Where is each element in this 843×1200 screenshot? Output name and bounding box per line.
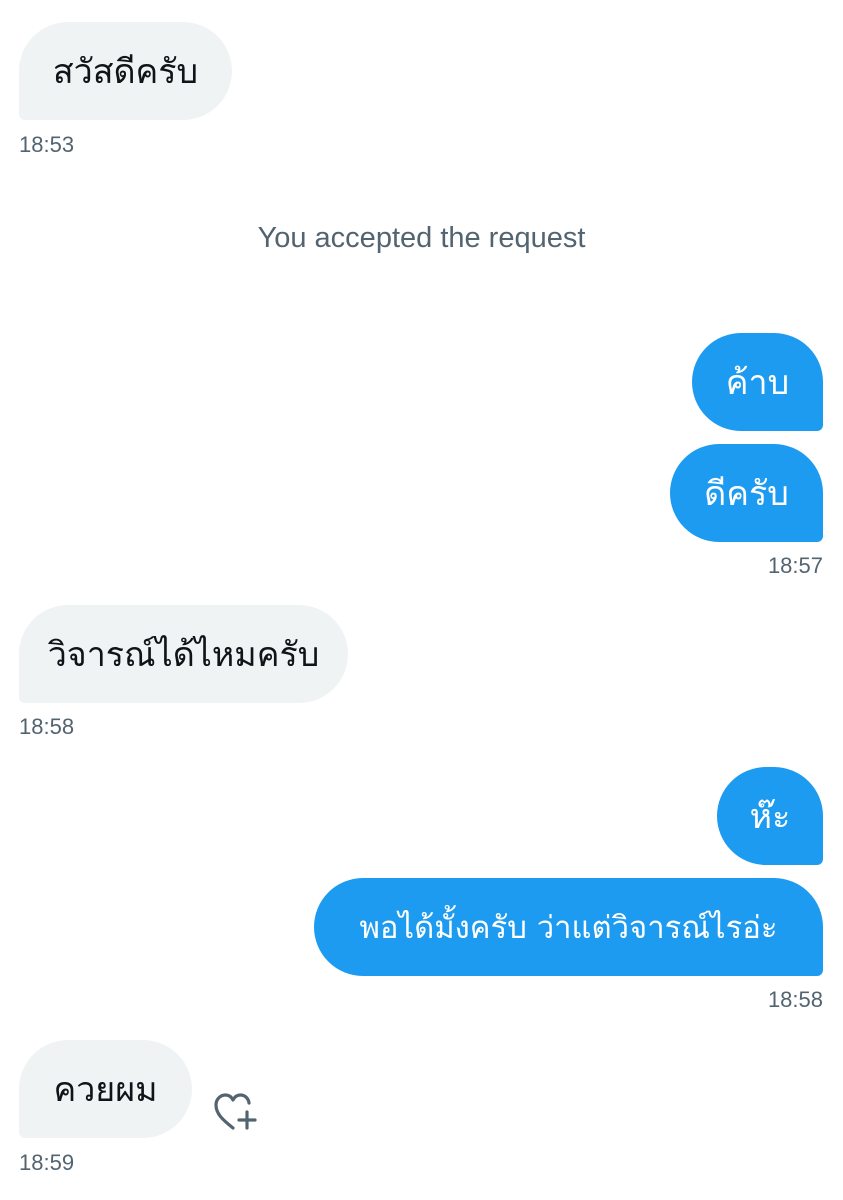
message-text: ควยผม — [53, 1070, 158, 1110]
outgoing-message[interactable]: ค้าบ — [692, 333, 823, 431]
message-timestamp: 18:58 — [767, 987, 823, 1012]
message-timestamp: 18:58 — [19, 714, 75, 739]
message-timestamp: 18:57 — [767, 553, 823, 578]
outgoing-message[interactable]: พอได้มั้งครับ ว่าแต่วิจารณ์ไรอ่ะ — [314, 878, 823, 976]
incoming-message[interactable]: สวัสดีครับ — [19, 22, 232, 120]
message-text: วิจารณ์ได้ไหมครับ — [47, 635, 320, 675]
message-timestamp: 18:53 — [19, 132, 75, 157]
message-timestamp: 18:59 — [19, 1150, 75, 1175]
message-text: ค้าบ — [725, 363, 790, 403]
outgoing-message[interactable]: ห๊ะ — [717, 767, 823, 865]
message-text: พอได้มั้งครับ ว่าแต่วิจารณ์ไรอ่ะ — [359, 910, 778, 946]
incoming-message[interactable]: ควยผม — [19, 1040, 192, 1138]
heart-plus-icon[interactable] — [213, 1092, 259, 1134]
incoming-message[interactable]: วิจารณ์ได้ไหมครับ — [19, 605, 348, 703]
message-text: ห๊ะ — [749, 797, 791, 837]
request-accepted-notice: You accepted the request — [257, 222, 586, 254]
outgoing-message[interactable]: ดีครับ — [670, 444, 823, 542]
message-text: สวัสดีครับ — [52, 52, 199, 92]
message-text: ดีครับ — [704, 474, 789, 514]
